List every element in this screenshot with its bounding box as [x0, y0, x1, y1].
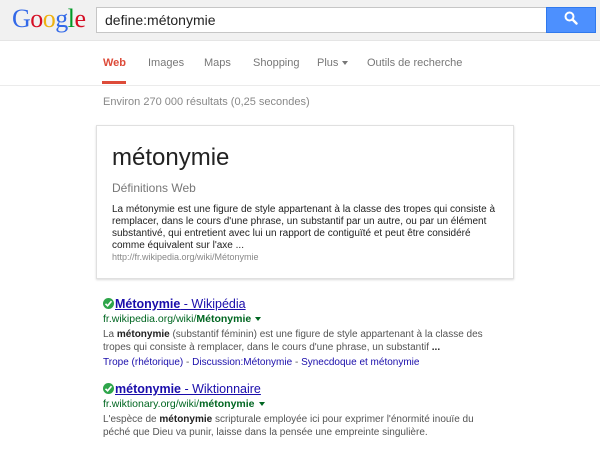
definition-card: métonymie Définitions Web La métonymie e… [96, 125, 514, 279]
snippet-text: L'espèce de [103, 414, 160, 425]
logo-letter: o [42, 4, 56, 33]
logo-letter: g [55, 4, 68, 33]
sitelink[interactable]: Synecdoque et métonymie [301, 357, 419, 368]
result-snippet: L'espèce de métonymie scripturale employ… [103, 413, 503, 439]
snippet-bold: métonymie [116, 329, 170, 340]
definition-text: La métonymie est une figure de style app… [112, 204, 496, 251]
result-title-rest: - Wikipédia [180, 297, 246, 311]
tab-web[interactable]: Web [103, 57, 126, 69]
definition-term: métonymie [112, 144, 230, 171]
sitelink-separator: - [292, 357, 302, 368]
top-bar: Google [0, 0, 600, 41]
search-result: métonymie - Wiktionnaire fr.wiktionary.o… [103, 382, 503, 439]
sitelink-separator: - [183, 357, 193, 368]
result-snippet: La métonymie (substantif féminin) est un… [103, 328, 503, 354]
search-button[interactable] [546, 7, 596, 33]
tab-images[interactable]: Images [148, 57, 184, 69]
search-box [96, 7, 596, 33]
tab-more-label: Plus [317, 57, 339, 69]
sitelink[interactable]: Trope (rhétorique) [103, 357, 183, 368]
result-title-link[interactable]: Métonymie - Wikipédia [103, 297, 503, 311]
snippet-text: La [103, 329, 117, 340]
google-logo[interactable]: Google [12, 6, 86, 32]
dropdown-arrow-icon[interactable] [258, 402, 265, 407]
chevron-down-icon [342, 61, 349, 66]
result-url: fr.wiktionary.org/wiki/métonymie [103, 398, 503, 410]
result-url-plain: fr.wikipedia.org/wiki/ [103, 313, 197, 325]
search-tabs: Web Images Maps Shopping Plus Outils de … [0, 41, 600, 86]
snippet-bold: ... [431, 342, 441, 353]
result-title-link[interactable]: métonymie - Wiktionnaire [103, 382, 503, 396]
active-tab-indicator [102, 81, 126, 84]
logo-letter: o [30, 4, 43, 33]
tab-shopping[interactable]: Shopping [253, 57, 300, 69]
dropdown-arrow-icon[interactable] [255, 317, 262, 322]
result-title-rest: - Wiktionnaire [181, 382, 261, 396]
result-url-bold: métonymie [199, 398, 255, 410]
search-result: Métonymie - Wikipédia fr.wikipedia.org/w… [103, 297, 503, 368]
tab-search-tools[interactable]: Outils de recherche [367, 57, 462, 69]
result-stats: Environ 270 000 résultats (0,25 secondes… [103, 96, 310, 108]
definition-source-link[interactable]: http://fr.wikipedia.org/wiki/Métonymie [112, 252, 259, 262]
verified-check-icon [103, 298, 114, 309]
result-title-bold: Métonymie [115, 297, 181, 311]
logo-letter: G [12, 4, 31, 33]
search-icon [564, 11, 578, 30]
result-sitelinks: Trope (rhétorique) - Discussion:Métonymi… [103, 357, 503, 368]
tab-maps[interactable]: Maps [204, 57, 231, 69]
verified-check-icon [103, 383, 114, 394]
result-title-bold: métonymie [115, 382, 181, 396]
sitelink[interactable]: Discussion:Métonymie [192, 357, 292, 368]
tab-more[interactable]: Plus [317, 57, 349, 69]
definition-subtitle: Définitions Web [112, 181, 196, 195]
logo-letter: e [74, 4, 87, 33]
result-url-plain: fr.wiktionary.org/wiki/ [103, 398, 200, 410]
snippet-bold: métonymie [159, 414, 213, 425]
result-url: fr.wikipedia.org/wiki/Métonymie [103, 313, 503, 325]
logo-letter: l [67, 4, 75, 33]
search-input[interactable] [96, 7, 546, 33]
result-url-bold: Métonymie [196, 313, 252, 325]
